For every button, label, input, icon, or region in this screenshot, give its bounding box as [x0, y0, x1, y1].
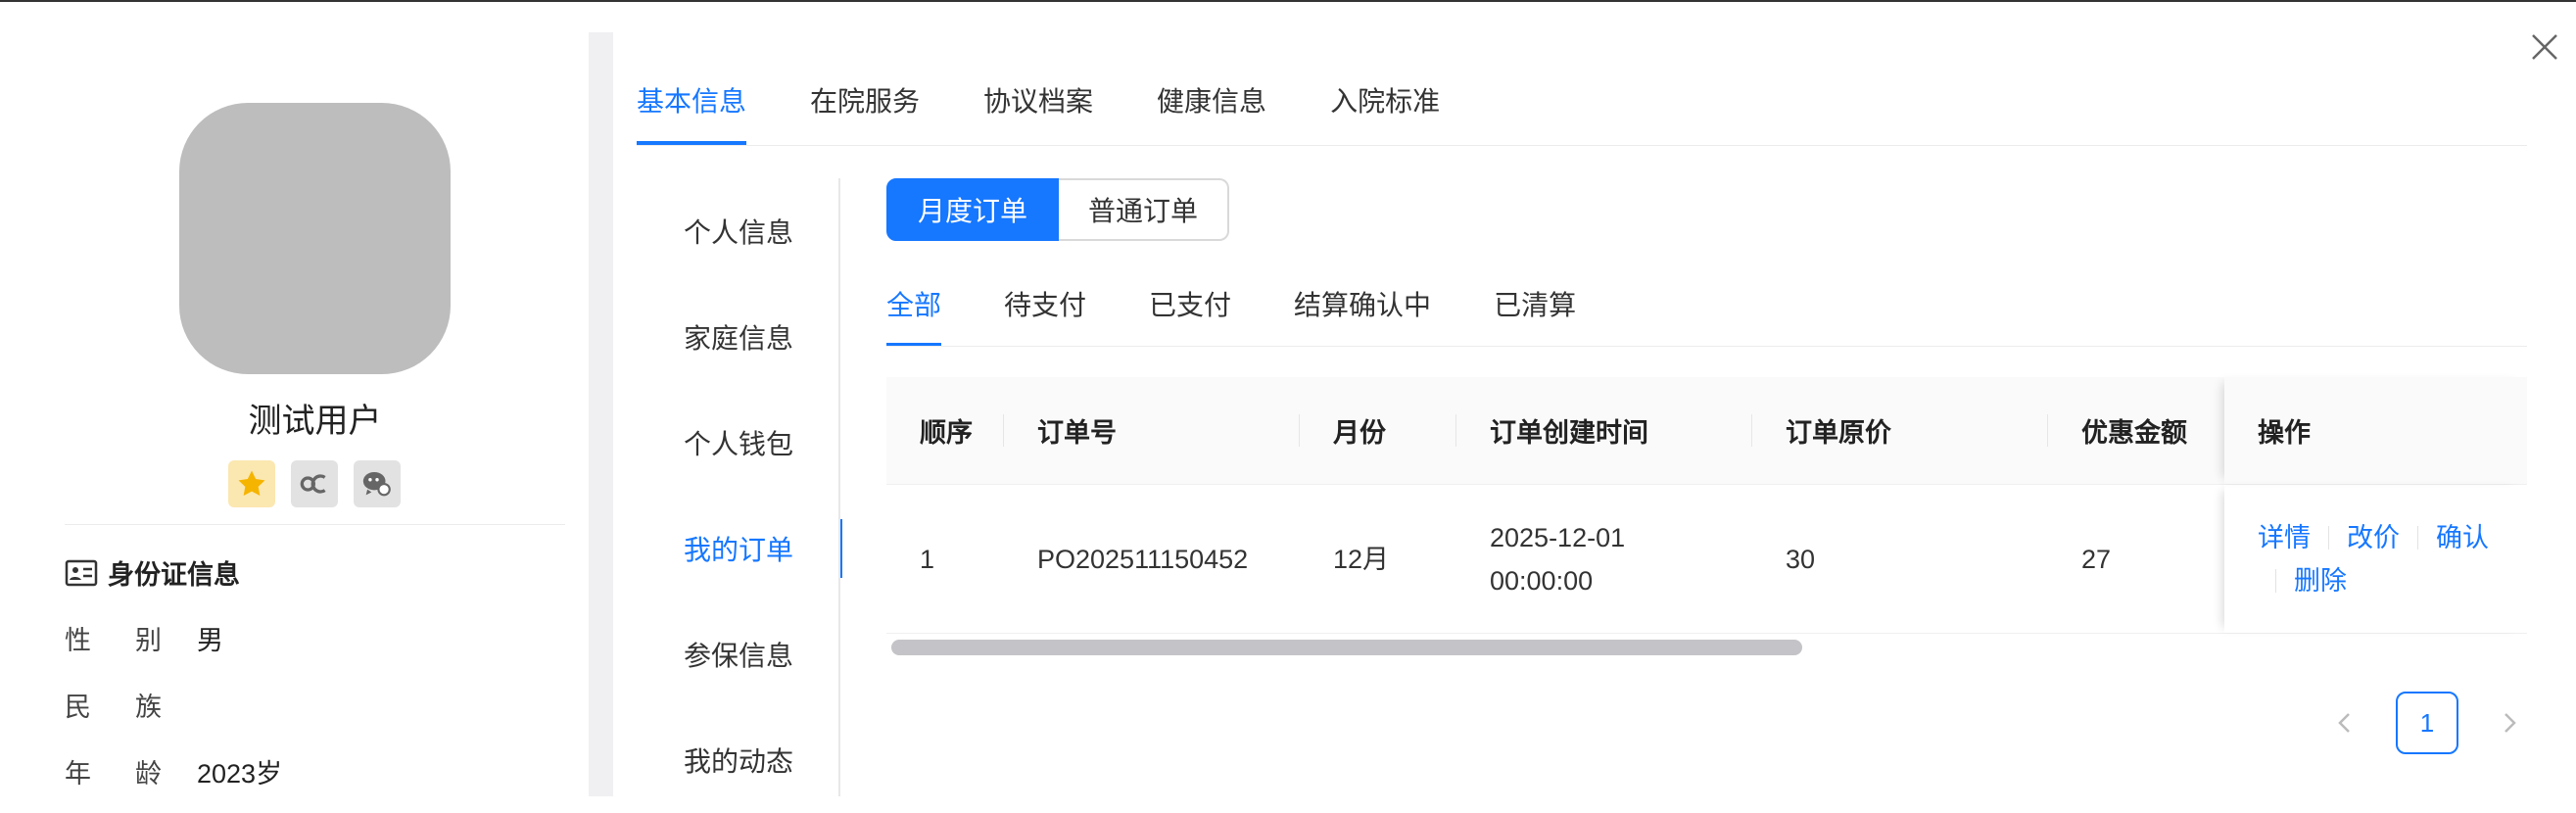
cell-discount: 27	[2081, 544, 2112, 574]
side-menu-divider	[838, 178, 840, 796]
pagination: 1	[2331, 692, 2523, 754]
side-item-personal-info[interactable]: 个人信息	[637, 178, 840, 284]
status-tab-paid[interactable]: 已支付	[1149, 284, 1231, 347]
idcard-icon	[65, 559, 98, 586]
gender-value: 男	[197, 626, 223, 655]
wechat-icon[interactable]	[354, 460, 401, 507]
action-separator	[2275, 568, 2276, 593]
status-tab-all[interactable]: 全部	[886, 284, 942, 347]
col-actions: 操作	[2224, 377, 2527, 484]
page-1-button[interactable]: 1	[2396, 692, 2458, 754]
cell-actions: 详情 改价 确认 删除	[2224, 485, 2527, 633]
link-icon[interactable]	[291, 460, 338, 507]
table-horizontal-scrollbar[interactable]	[891, 640, 1802, 655]
confirm-link[interactable]: 确认	[2436, 516, 2489, 559]
monthly-order-button[interactable]: 月度订单	[886, 178, 1060, 241]
close-icon[interactable]	[2527, 29, 2562, 65]
delete-link[interactable]: 删除	[2294, 559, 2347, 602]
action-separator	[2328, 525, 2329, 550]
info-row-age: 年龄 2023岁	[65, 752, 282, 790]
table-header: 顺序 订单号 月份 订单创建时间 订单原价 优惠金额 操作	[886, 377, 2527, 485]
cell-created-time: 2025-12-01 00:00:00	[1456, 485, 1752, 633]
tab-inpatient-service[interactable]: 在院服务	[810, 80, 920, 145]
star-icon[interactable]	[228, 460, 275, 507]
cell-created-date: 2025-12-01	[1490, 522, 1626, 552]
panel-gutter	[589, 32, 613, 796]
tab-basic-info[interactable]: 基本信息	[637, 80, 747, 145]
order-type-switch: 月度订单 普通订单	[886, 178, 1230, 241]
normal-order-button[interactable]: 普通订单	[1059, 178, 1230, 241]
user-name: 测试用户	[248, 403, 382, 440]
tab-agreement-files[interactable]: 协议档案	[983, 80, 1093, 145]
cell-original-price: 30	[1786, 544, 1816, 574]
tabs-divider	[637, 145, 2527, 146]
side-item-my-activity[interactable]: 我的动态	[637, 707, 840, 813]
status-tab-cleared[interactable]: 已清算	[1494, 284, 1576, 347]
window-top-border	[0, 0, 2576, 2]
side-item-insurance-info[interactable]: 参保信息	[637, 601, 840, 707]
top-tabs: 基本信息 在院服务 协议档案 健康信息 入院标准	[637, 80, 1503, 145]
user-badges	[228, 460, 401, 507]
status-tabs-divider	[886, 346, 2527, 347]
tab-health-info[interactable]: 健康信息	[1157, 80, 1266, 145]
age-value: 2023岁	[197, 759, 283, 789]
cell-order-no: PO202511150452	[1037, 544, 1249, 574]
detail-link[interactable]: 详情	[2258, 516, 2311, 559]
col-month: 月份	[1300, 377, 1456, 484]
idcard-section-title: 身份证信息	[65, 553, 240, 592]
info-row-ethnicity: 民族	[65, 693, 162, 722]
cell-created-clock: 00:00:00	[1490, 565, 1594, 596]
status-tab-settling[interactable]: 结算确认中	[1294, 284, 1431, 347]
prev-page-icon[interactable]	[2331, 709, 2359, 737]
side-item-family-info[interactable]: 家庭信息	[637, 284, 840, 390]
col-index: 顺序	[886, 377, 1004, 484]
col-order-no: 订单号	[1004, 377, 1300, 484]
col-created-time: 订单创建时间	[1456, 377, 1752, 484]
action-separator	[2417, 525, 2418, 550]
col-discount: 优惠金额	[2081, 418, 2187, 448]
profile-divider	[65, 524, 565, 525]
next-page-icon[interactable]	[2496, 709, 2523, 737]
cell-index: 1	[920, 544, 935, 574]
avatar	[179, 103, 451, 374]
table-row: 1 PO202511150452 12月 2025-12-01 00:00:00…	[886, 485, 2527, 634]
change-price-link[interactable]: 改价	[2347, 516, 2400, 559]
orders-table: 顺序 订单号 月份 订单创建时间 订单原价 优惠金额 操作 1 PO202511…	[886, 377, 2527, 634]
side-item-my-orders[interactable]: 我的订单	[637, 496, 842, 601]
info-row-gender: 性别 男	[65, 619, 223, 657]
cell-month: 12月	[1333, 544, 1390, 574]
col-original-price: 订单原价	[1752, 377, 2048, 484]
side-item-wallet[interactable]: 个人钱包	[637, 390, 840, 496]
side-menu: 个人信息 家庭信息 个人钱包 我的订单 参保信息 我的动态	[637, 178, 842, 813]
tab-admission-standard[interactable]: 入院标准	[1330, 80, 1440, 145]
status-tabs: 全部 待支付 已支付 结算确认中 已清算	[886, 284, 1639, 347]
status-tab-pending-payment[interactable]: 待支付	[1004, 284, 1086, 347]
